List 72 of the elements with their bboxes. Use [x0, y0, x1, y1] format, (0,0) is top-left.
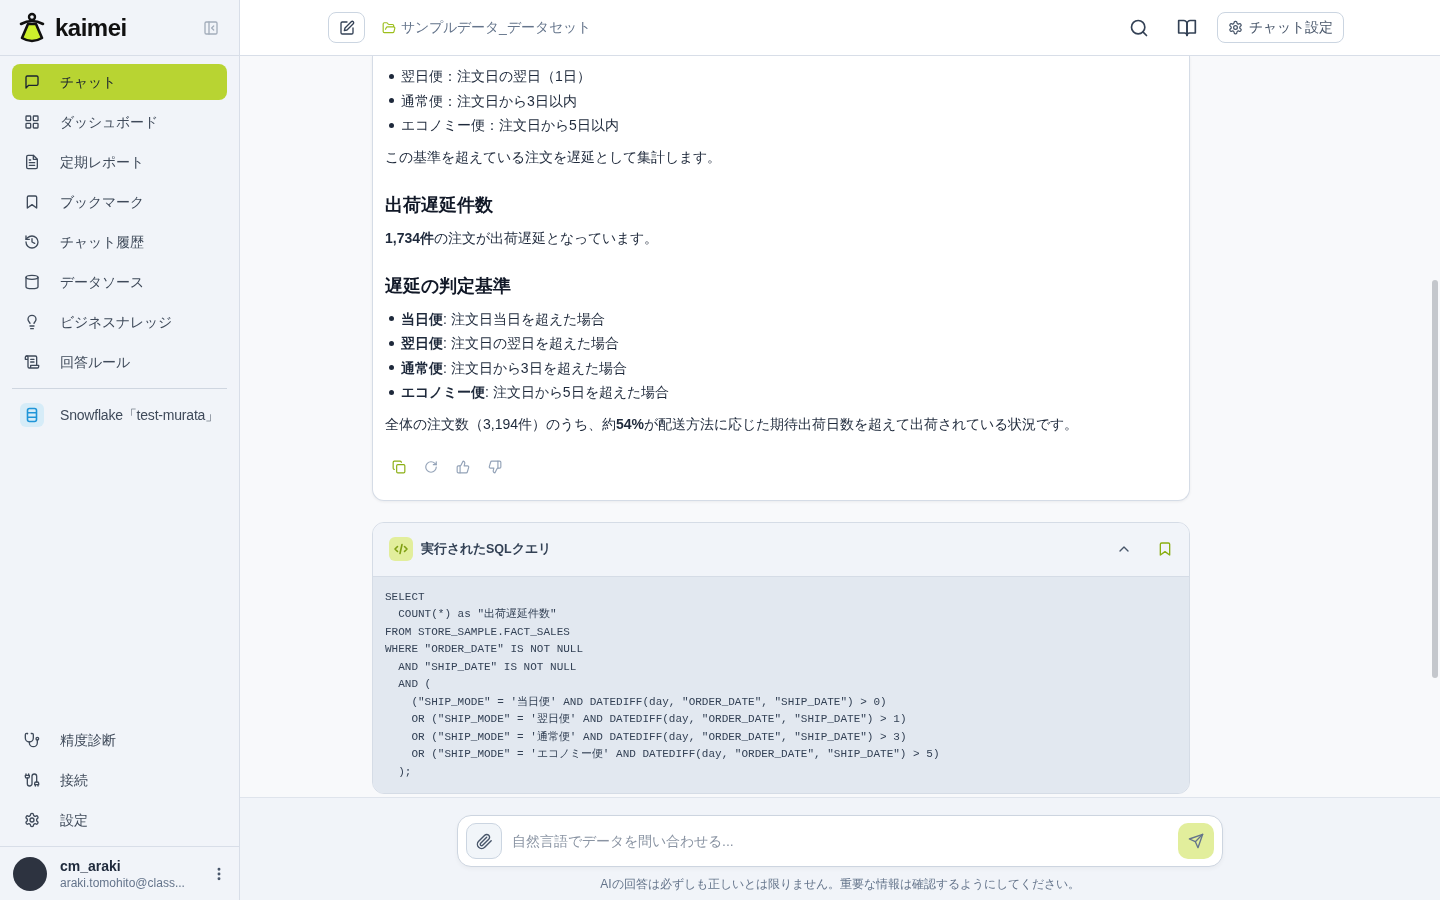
bullet-icon: [389, 122, 394, 128]
bullet-icon: [389, 365, 394, 371]
list-item: 当日便: 注文日当日を超えた場合: [401, 309, 605, 329]
history-icon: [24, 234, 40, 250]
bookmark-icon[interactable]: [1157, 541, 1173, 557]
brand-name: kaimei: [55, 15, 127, 40]
grid-icon: [24, 114, 40, 130]
section-heading: 遅延の判定基準: [385, 274, 512, 298]
send-button[interactable]: [1178, 823, 1214, 859]
nav-item[interactable]: 精度診断: [12, 722, 227, 758]
nav-item[interactable]: データソース: [12, 264, 227, 300]
send-icon: [1188, 833, 1204, 849]
section-heading: 出荷遅延件数: [385, 193, 494, 217]
settings-icon: [1228, 20, 1243, 35]
list-item: 通常便：注文日から3日以内: [401, 91, 577, 111]
nav-item[interactable]: 定期レポート: [12, 144, 227, 180]
answer-paragraph: この基準を超えている注文を遅延として集計します。: [385, 147, 722, 167]
answer-paragraph: 全体の注文数（3,194件）のうち、約54%が配送方法に応じた期待出荷日数を超えて出荷されている状況です。: [385, 414, 1080, 434]
bullet-icon: [389, 340, 394, 346]
attach-button[interactable]: [466, 823, 502, 859]
edit-icon: [338, 19, 355, 36]
scrollbar-thumb[interactable]: [1432, 280, 1438, 678]
scroll-icon: [24, 354, 40, 370]
bullet-icon: [389, 389, 394, 395]
nav-item[interactable]: 回答ルール: [12, 344, 227, 380]
refresh-icon[interactable]: [424, 459, 438, 474]
user-name: cm_araki: [60, 856, 122, 875]
nav-item[interactable]: 設定: [12, 802, 227, 838]
list-item: エコノミー便：注文日から5日以内: [401, 116, 619, 135]
user-email: araki.tomohito@class...: [60, 874, 185, 891]
new-chat-button[interactable]: [328, 12, 365, 43]
logo-icon: [17, 11, 47, 44]
code-icon: [389, 537, 413, 561]
sql-code: SELECT COUNT(*) as "出荷遅延件数" FROM STORE_SAMPLE.FACT_SALES WHERE "ORDER_DATE" IS NOT NULL AND "SHIP_DATE" IS NOT NULL AND ( ("SHIP_MODE" = '当日便' AND DATEDIFF(day, "ORDER_DATE", "SHIP_DATE") > 0) OR ("SHIP_MODE" = '翌日便' AND DATEDIFF(day, "ORDER_DATE", "SHIP_DATE") > 1) OR ("SHIP_MODE" = '通常便' AND DATEDIFF(day, "ORDER_DATE", "SHIP_DATE") > 3) OR ("SHIP_MODE" = 'エコノミー便' AND DATEDIFF(day, "ORDER_DATE", "SHIP_DATE") > 5) );: [373, 575, 1189, 793]
lightbulb-icon: [24, 314, 40, 330]
list-item: 翌日便: 注文日の翌日を超えた場合: [401, 334, 619, 353]
bookmark-icon: [24, 194, 40, 210]
disclaimer-text: AIの回答は必ずしも正しいとは限りません。重要な情報は確認するようにしてください。: [600, 876, 1080, 892]
list-item: 通常便: 注文日から3日を超えた場合: [401, 358, 627, 378]
bullet-icon: [389, 73, 394, 79]
dataset-name[interactable]: サンプルデータ_データセット: [401, 17, 591, 38]
cable-icon: [24, 772, 40, 788]
list-item: エコノミー便: 注文日から5日を超えた場合: [401, 383, 669, 402]
datasource-item[interactable]: Snowflake「test-murata」: [12, 397, 227, 433]
thumbs-up-icon[interactable]: [456, 459, 470, 474]
nav-item[interactable]: チャット履歴: [12, 224, 227, 260]
folder-icon: [382, 20, 396, 35]
bullet-icon: [389, 98, 394, 104]
nav-item[interactable]: ブックマーク: [12, 184, 227, 220]
database-icon: [20, 403, 44, 427]
nav-item[interactable]: 接続: [12, 762, 227, 798]
query-input[interactable]: 自然言語でデータを問い合わせる...: [512, 829, 1168, 853]
search-icon[interactable]: [1129, 17, 1149, 38]
query-field[interactable]: 自然言語でデータを問い合わせる...: [457, 815, 1223, 867]
sql-panel-title: 実行されたSQLクエリ: [421, 540, 551, 558]
stethoscope-icon: [24, 732, 40, 748]
avatar-placeholder: [13, 856, 47, 891]
answer-paragraph: 1,734件の注文が出荷遅延となっています。: [385, 228, 660, 248]
nav-item[interactable]: ダッシュボード: [12, 104, 227, 140]
bullet-icon: [389, 316, 394, 322]
list-item: 翌日便：注文日の翌日（1日）: [401, 67, 591, 86]
book-icon[interactable]: [1177, 17, 1197, 38]
database-icon: [24, 274, 40, 290]
thumbs-down-icon[interactable]: [488, 459, 502, 474]
nav-item[interactable]: ビジネスナレッジ: [12, 304, 227, 340]
paperclip-icon: [475, 832, 493, 850]
document-icon: [24, 154, 40, 170]
nav-item[interactable]: チャット: [12, 64, 227, 100]
chat-bubble-icon: [24, 74, 40, 90]
copy-icon[interactable]: [392, 459, 406, 474]
chat-settings-button[interactable]: チャット設定: [1217, 12, 1344, 43]
settings-icon: [24, 812, 40, 828]
